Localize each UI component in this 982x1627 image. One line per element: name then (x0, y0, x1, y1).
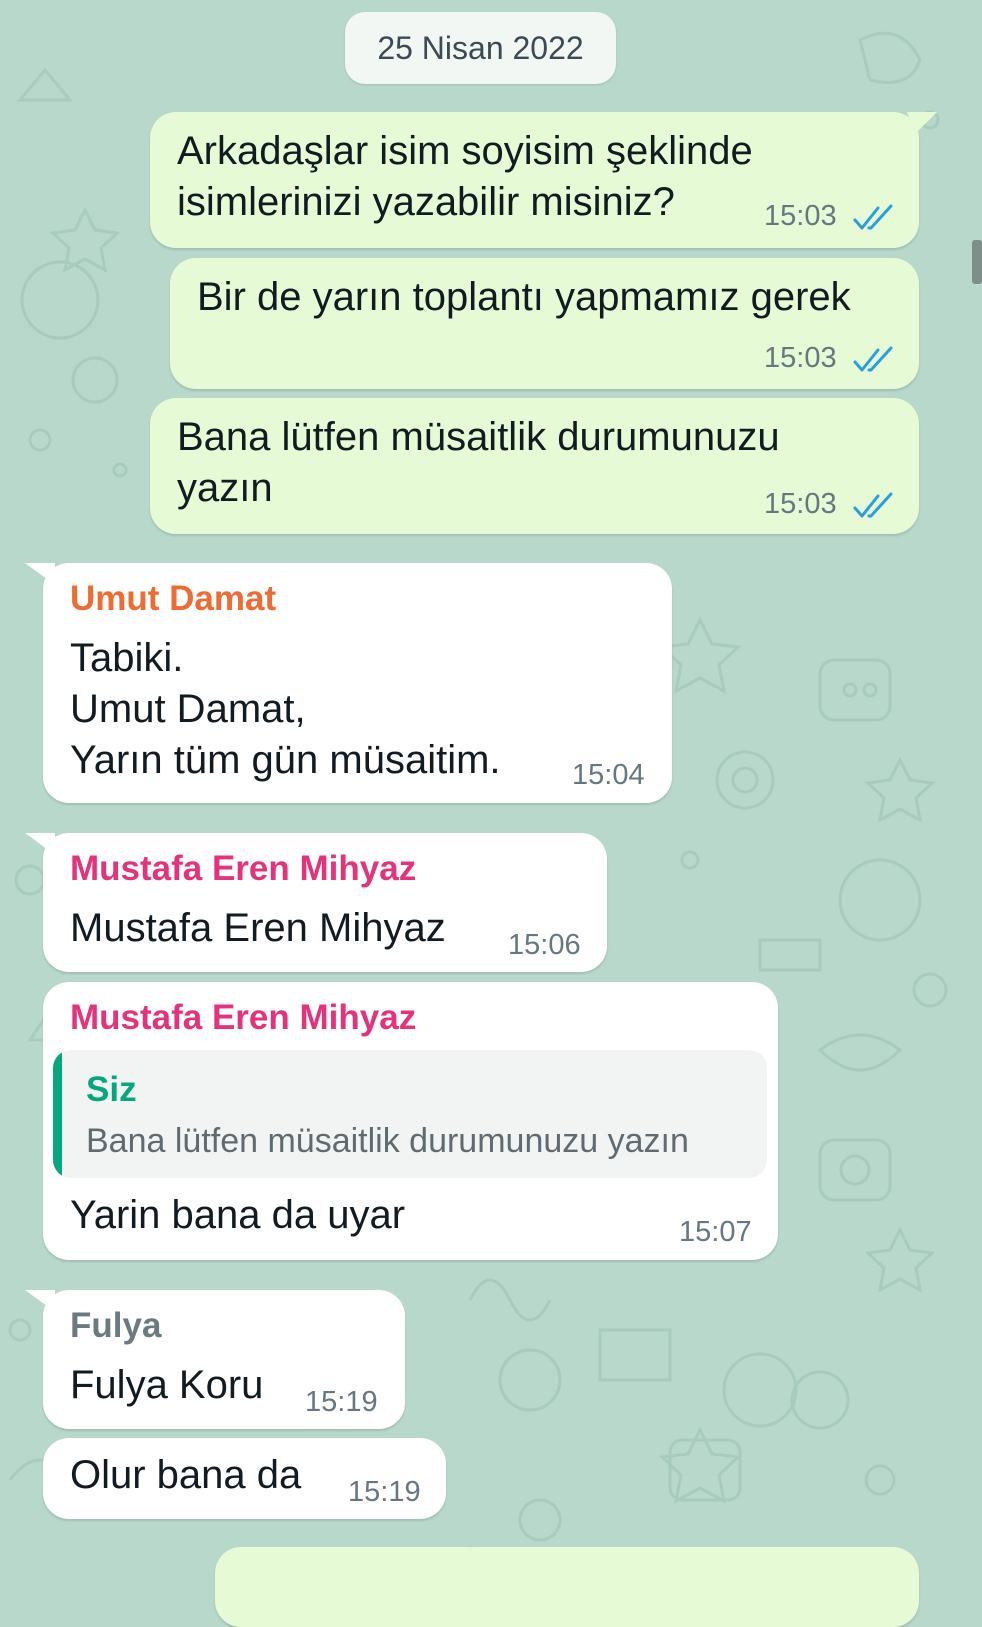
message-time: 15:07 (679, 1216, 752, 1248)
message-time: 15:03 (764, 488, 837, 520)
message-text: Bir de yarın toplantı yapmamız gerek (197, 275, 851, 319)
message-time: 15:19 (348, 1476, 421, 1508)
message-time: 15:06 (508, 929, 581, 961)
message-bubble-outgoing[interactable]: Bir de yarın toplantı yapmamız gerek 15:… (170, 258, 919, 389)
bubble-tail (25, 563, 55, 585)
quote-author: Siz (86, 1070, 137, 1109)
message-text: Tabiki. Umut Damat, Yarın tüm gün müsait… (70, 636, 501, 782)
scrollbar-thumb[interactable] (972, 240, 982, 284)
bubble-tail (907, 112, 937, 134)
bubble-tail (25, 833, 55, 855)
message-time: 15:03 (764, 342, 837, 374)
message-text: Mustafa Eren Mihyaz (70, 906, 446, 950)
message-text: Olur bana da (70, 1453, 302, 1497)
sender-name[interactable]: Fulya (70, 1306, 161, 1346)
message-bubble-incoming[interactable]: Olur bana da 15:19 (43, 1438, 446, 1519)
message-text: Yarin bana da uyar (70, 1193, 406, 1237)
sender-name[interactable]: Mustafa Eren Mihyaz (70, 998, 416, 1038)
message-text: Arkadaşlar isim soyisim şeklinde isimler… (177, 129, 753, 224)
message-bubble-outgoing[interactable]: Bana lütfen müsaitlik durumunuzu yazın 1… (150, 398, 919, 534)
double-check-read-icon (853, 492, 893, 518)
double-check-read-icon (853, 346, 893, 372)
message-bubble-incoming[interactable]: Mustafa Eren Mihyaz Mustafa Eren Mihyaz … (25, 833, 607, 972)
message-time: 15:03 (764, 200, 837, 232)
message-time: 15:19 (305, 1386, 378, 1418)
message-time: 15:04 (572, 759, 645, 791)
bubble-tail (25, 1290, 55, 1312)
message-bubble-incoming[interactable]: Fulya Fulya Koru 15:19 (25, 1290, 405, 1429)
message-bubble-outgoing-partial[interactable] (215, 1547, 919, 1627)
message-text: Fulya Koru (70, 1363, 264, 1407)
sender-name[interactable]: Mustafa Eren Mihyaz (70, 849, 416, 889)
date-badge: 25 Nisan 2022 (345, 12, 616, 84)
message-bubble-incoming[interactable]: Mustafa Eren Mihyaz Siz Bana lütfen müsa… (43, 982, 778, 1260)
message-bubble-incoming[interactable]: Umut Damat Tabiki. Umut Damat, Yarın tüm… (25, 563, 672, 803)
quoted-message[interactable]: Siz Bana lütfen müsaitlik durumunuzu yaz… (53, 1050, 767, 1178)
double-check-read-icon (853, 204, 893, 230)
sender-name[interactable]: Umut Damat (70, 579, 276, 619)
quote-text: Bana lütfen müsaitlik durumunuzu yazın (86, 1122, 689, 1160)
message-bubble-outgoing[interactable]: Arkadaşlar isim soyisim şeklinde isimler… (150, 112, 937, 248)
quote-accent-bar (53, 1050, 62, 1178)
message-text: Bana lütfen müsaitlik durumunuzu yazın (177, 415, 780, 510)
